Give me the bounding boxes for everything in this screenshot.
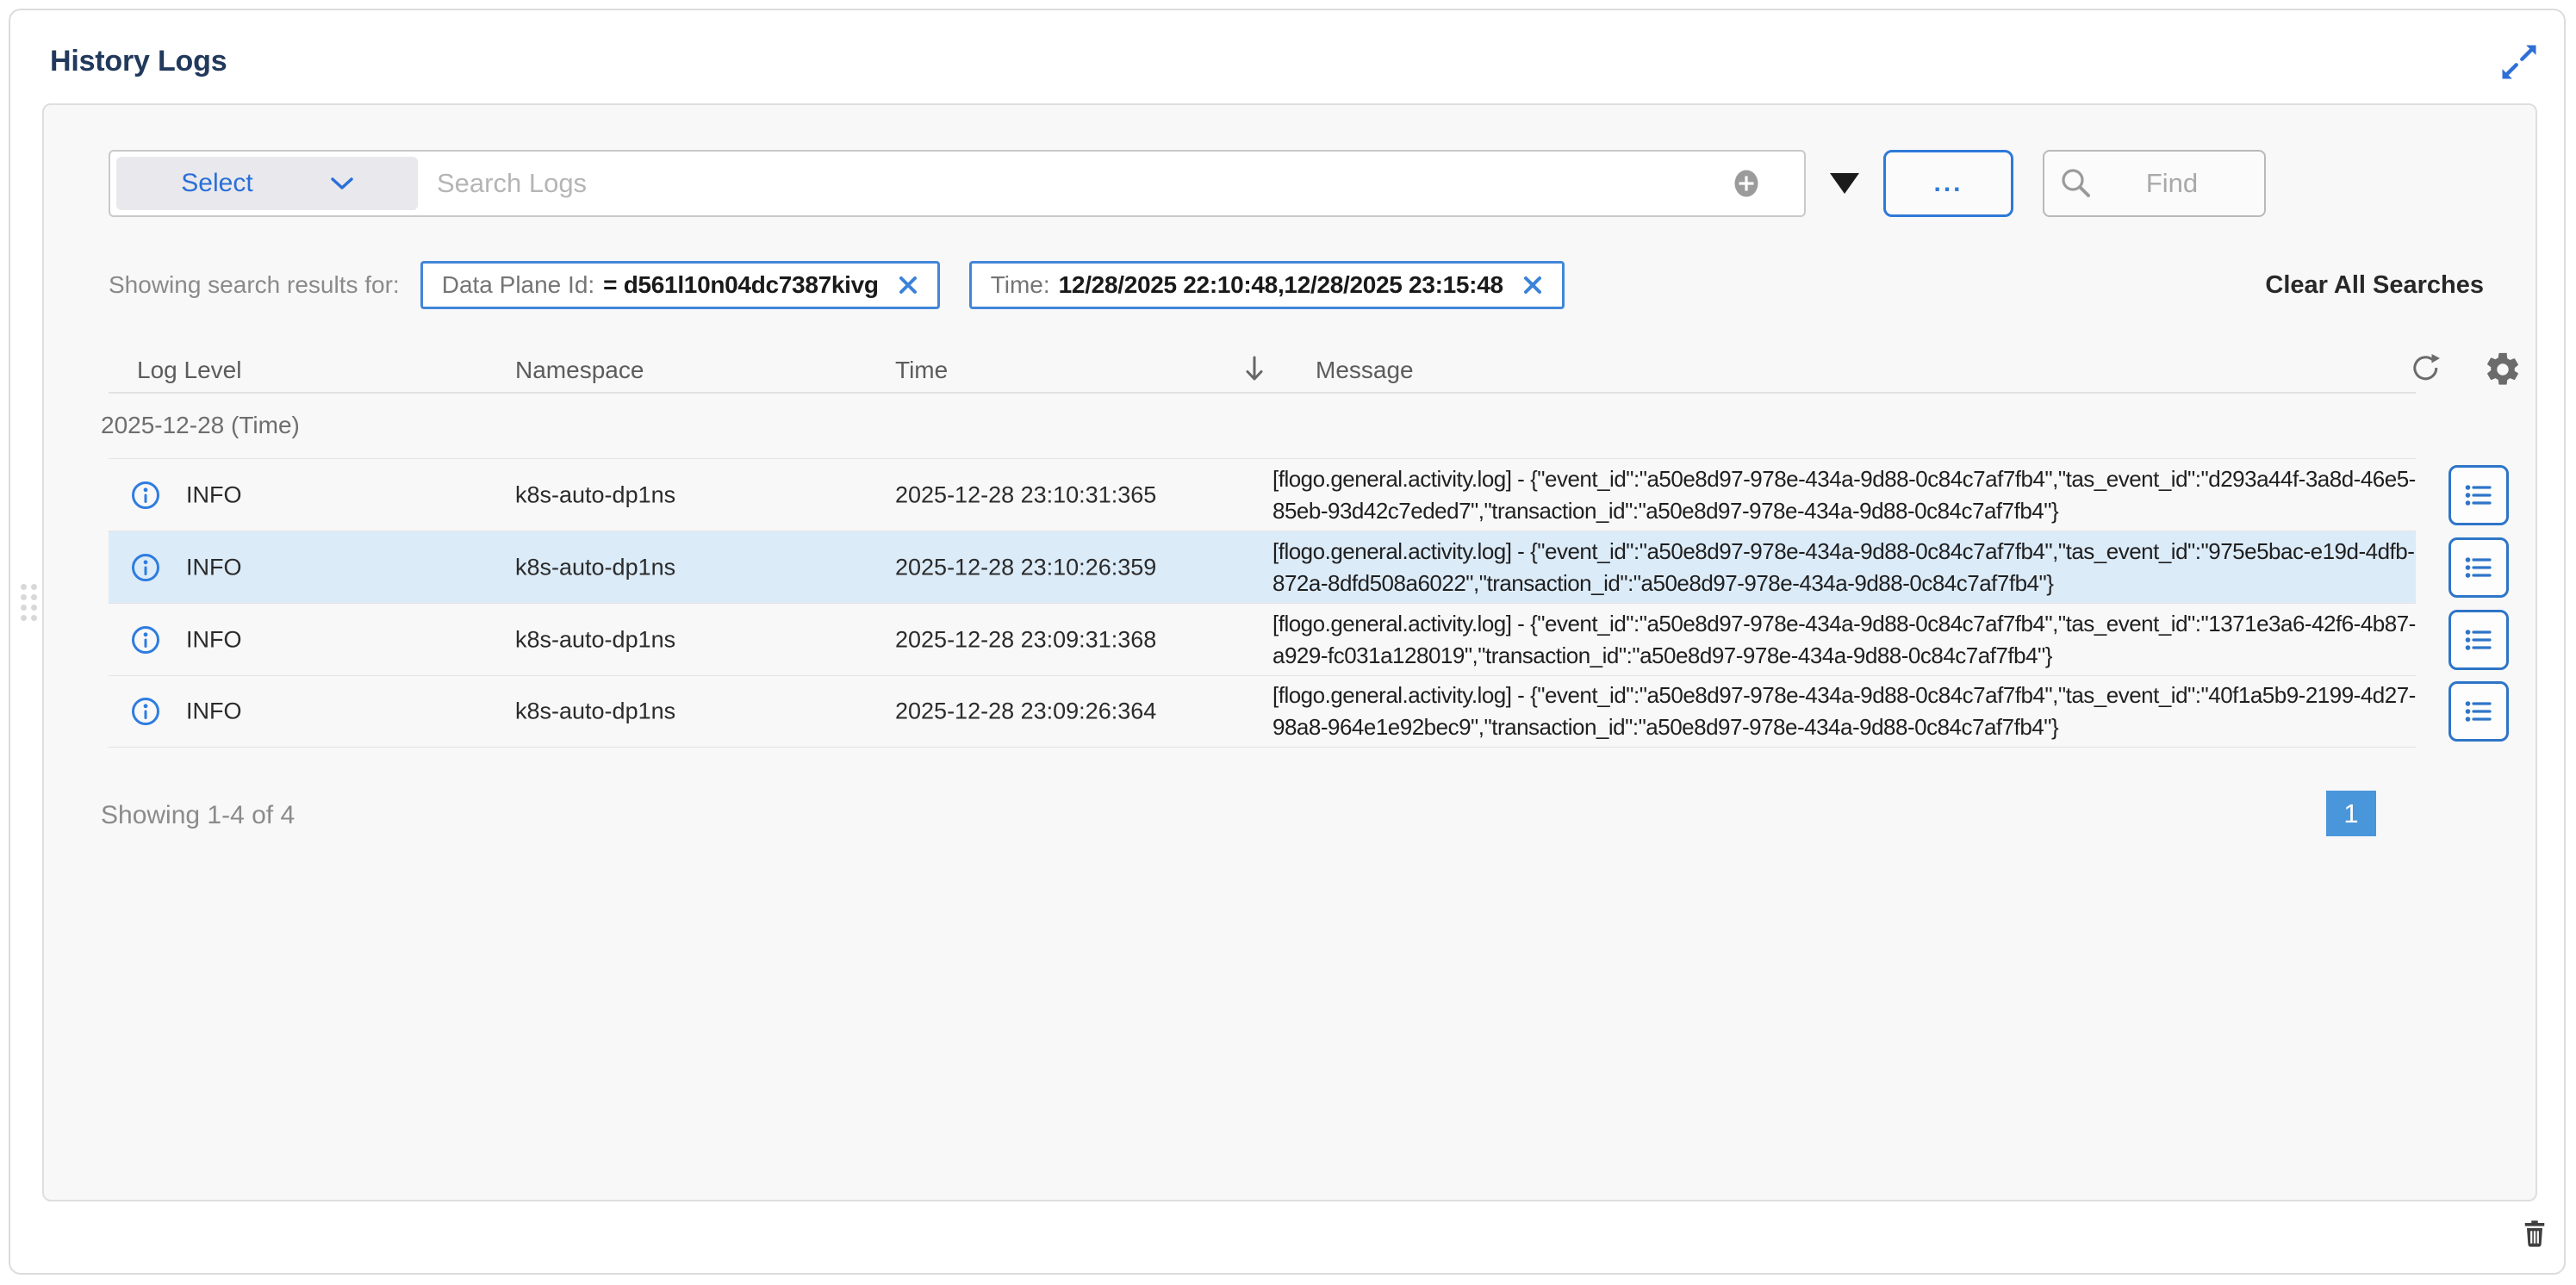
search-bar: Select ...: [109, 150, 2266, 217]
log-message: [flogo.general.activity.log] - {"event_i…: [1272, 537, 2415, 596]
expand-button[interactable]: [2497, 40, 2542, 84]
list-icon: [2465, 484, 2492, 506]
log-namespace: k8s-auto-dp1ns: [515, 698, 676, 724]
column-header-message[interactable]: Message: [1316, 357, 1414, 384]
drag-handle-icon[interactable]: [21, 584, 38, 625]
more-options-label: ...: [1933, 169, 1963, 197]
filter-chip-value: = d561l10n04dc7387kivg: [603, 271, 879, 298]
chevron-down-icon: [330, 177, 353, 189]
results-summary: Showing 1-4 of 4: [101, 801, 296, 829]
active-filters-row: Showing search results for: Data Plane I…: [109, 260, 2484, 310]
log-namespace: k8s-auto-dp1ns: [515, 626, 676, 652]
filter-chip-value: 12/28/2025 22:10:48,12/28/2025 23:15:48: [1058, 271, 1503, 298]
log-namespace: k8s-auto-dp1ns: [515, 554, 676, 580]
info-icon[interactable]: [130, 624, 161, 655]
table-header: Log Level Namespace Time Message: [109, 350, 2518, 394]
clear-all-searches-button[interactable]: Clear All Searches: [2265, 271, 2484, 300]
log-time: 2025-12-28 23:10:31:365: [895, 481, 1157, 507]
info-icon[interactable]: [130, 480, 161, 511]
remove-filter-button[interactable]: [1522, 275, 1543, 295]
log-namespace: k8s-auto-dp1ns: [515, 481, 676, 507]
row-details-button[interactable]: [2448, 464, 2509, 525]
sort-descending-icon[interactable]: [1242, 353, 1266, 388]
history-logs-card: Select ...: [42, 103, 2537, 1201]
trash-icon: [2524, 1220, 2545, 1247]
log-level: INFO: [186, 626, 242, 652]
log-row[interactable]: INFO k8s-auto-dp1ns 2025-12-28 23:10:31:…: [109, 458, 2509, 531]
page-button-1[interactable]: 1: [2326, 791, 2376, 836]
log-level: INFO: [186, 698, 242, 724]
close-icon: [1523, 276, 1541, 294]
log-row[interactable]: INFO k8s-auto-dp1ns 2025-12-28 23:09:31:…: [109, 603, 2509, 675]
delete-button[interactable]: [2519, 1218, 2550, 1249]
find-input[interactable]: [2103, 168, 2241, 199]
column-header-namespace[interactable]: Namespace: [515, 357, 644, 384]
filter-chip-time: Time: 12/28/2025 22:10:48,12/28/2025 23:…: [968, 261, 1565, 309]
column-header-time[interactable]: Time: [895, 357, 948, 384]
info-icon[interactable]: [130, 552, 161, 583]
field-select-label: Select: [181, 169, 253, 197]
row-details-button[interactable]: [2448, 609, 2509, 670]
log-time: 2025-12-28 23:10:26:359: [895, 554, 1157, 580]
info-icon[interactable]: [130, 696, 161, 727]
column-header-log-level[interactable]: Log Level: [137, 357, 241, 384]
search-icon: [2062, 169, 2090, 197]
list-icon: [2465, 701, 2492, 722]
log-time: 2025-12-28 23:09:31:368: [895, 626, 1157, 652]
more-options-button[interactable]: ...: [1883, 150, 2013, 217]
date-group-label: 2025-12-28 (Time): [101, 412, 300, 438]
filter-chip-name: Data Plane Id:: [441, 271, 595, 298]
log-row-selected[interactable]: INFO k8s-auto-dp1ns 2025-12-28 23:10:26:…: [109, 531, 2509, 603]
row-details-button[interactable]: [2448, 681, 2509, 742]
list-icon: [2465, 556, 2492, 578]
log-level: INFO: [186, 554, 242, 580]
gear-icon: [2487, 352, 2518, 385]
list-icon: [2465, 629, 2492, 650]
remove-filter-button[interactable]: [898, 275, 918, 295]
log-message: [flogo.general.activity.log] - {"event_i…: [1272, 682, 2416, 740]
row-details-button[interactable]: [2448, 537, 2509, 598]
log-message: [flogo.general.activity.log] - {"event_i…: [1272, 610, 2416, 668]
field-select-dropdown[interactable]: Select: [116, 157, 418, 210]
refresh-icon: [2413, 354, 2440, 381]
log-message: [flogo.general.activity.log] - {"event_i…: [1272, 465, 2416, 524]
filter-chip-data-plane-id: Data Plane Id: = d561l10n04dc7387kivg: [420, 261, 940, 309]
close-icon: [899, 276, 917, 294]
settings-button[interactable]: [2483, 350, 2523, 394]
log-table: INFO k8s-auto-dp1ns 2025-12-28 23:10:31:…: [109, 458, 2509, 748]
page-title: History Logs: [50, 45, 227, 78]
log-level: INFO: [186, 481, 242, 507]
search-dropdown-caret[interactable]: [1830, 173, 1859, 194]
search-box: Select: [109, 150, 1806, 217]
log-row[interactable]: INFO k8s-auto-dp1ns 2025-12-28 23:09:26:…: [109, 675, 2509, 748]
find-box: [2043, 150, 2266, 217]
filter-chip-name: Time:: [990, 271, 1050, 298]
refresh-button[interactable]: [2406, 350, 2444, 392]
expand-arrows-icon: [2502, 45, 2536, 79]
log-time: 2025-12-28 23:09:26:364: [895, 698, 1157, 724]
plus-circle-icon: [1734, 170, 1758, 197]
filters-label: Showing search results for:: [109, 271, 400, 298]
history-logs-panel: History Logs Select Search Logs ... Find…: [9, 9, 2566, 1275]
search-input[interactable]: [437, 168, 1709, 199]
add-search-term-button[interactable]: [1733, 169, 1759, 198]
